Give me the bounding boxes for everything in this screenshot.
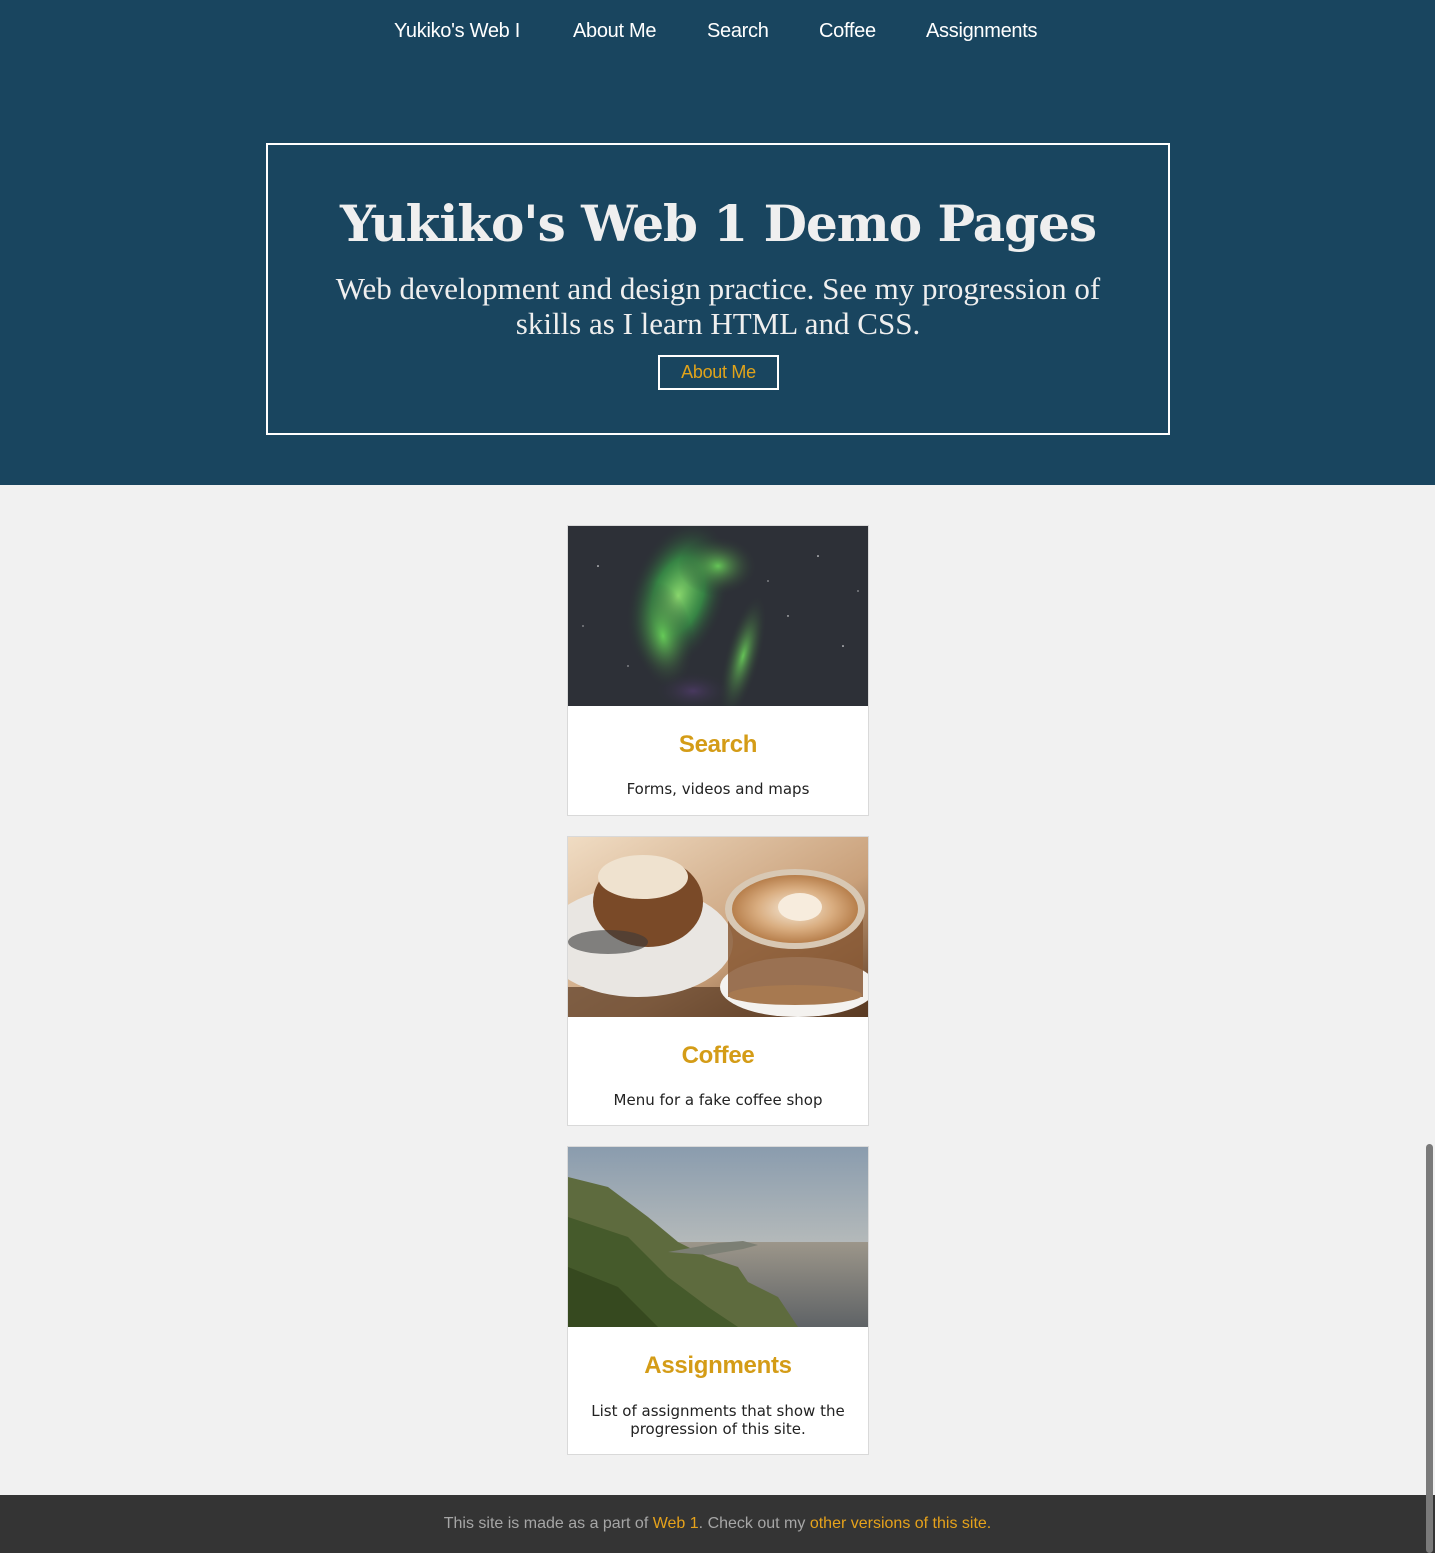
card-search[interactable]: Search Forms, videos and maps <box>567 525 869 816</box>
card-text-assignments: List of assignments that show the progre… <box>591 1402 845 1438</box>
nav-item-search[interactable]: Search <box>707 18 769 44</box>
nav-item-coffee[interactable]: Coffee <box>819 18 876 44</box>
footer-text-1: This site is made as a part of <box>443 1515 653 1532</box>
nav-item-home[interactable]: Yukiko's Web I <box>394 18 520 44</box>
top-nav: Yukiko's Web I About Me Search Coffee As… <box>0 0 1435 62</box>
site-footer: This site is made as a part of Web 1. Ch… <box>0 1495 1435 1553</box>
hero-title: Yukiko's Web 1 Demo Pages <box>339 194 1097 253</box>
site-header: Yukiko's Web I About Me Search Coffee As… <box>0 0 1435 485</box>
hero-subtitle: Web development and design practice. See… <box>335 271 1101 341</box>
footer-text-2: . Check out my <box>698 1515 810 1532</box>
hero-box: Yukiko's Web 1 Demo Pages Web developmen… <box>266 143 1170 435</box>
coast-image[interactable] <box>568 1147 868 1327</box>
about-me-button[interactable]: About Me <box>658 355 779 390</box>
card-text-coffee: Menu for a fake coffee shop <box>613 1091 823 1109</box>
card-title-assignments[interactable]: Assignments <box>568 1352 868 1380</box>
aurora-image[interactable] <box>568 526 868 706</box>
card-coffee[interactable]: Coffee Menu for a fake coffee shop <box>567 836 869 1126</box>
card-title-search[interactable]: Search <box>568 731 868 759</box>
scrollbar-thumb[interactable] <box>1426 1144 1433 1553</box>
footer-link-other-versions[interactable]: other versions of this site. <box>810 1515 991 1532</box>
coffee-image[interactable] <box>568 837 868 1017</box>
footer-link-web1[interactable]: Web 1 <box>653 1515 699 1532</box>
card-text-search: Forms, videos and maps <box>626 780 810 798</box>
nav-item-assignments[interactable]: Assignments <box>926 18 1038 44</box>
card-title-coffee[interactable]: Coffee <box>568 1042 868 1070</box>
nav-item-about-me[interactable]: About Me <box>573 18 657 44</box>
card-assignments[interactable]: Assignments List of assignments that sho… <box>567 1146 869 1455</box>
